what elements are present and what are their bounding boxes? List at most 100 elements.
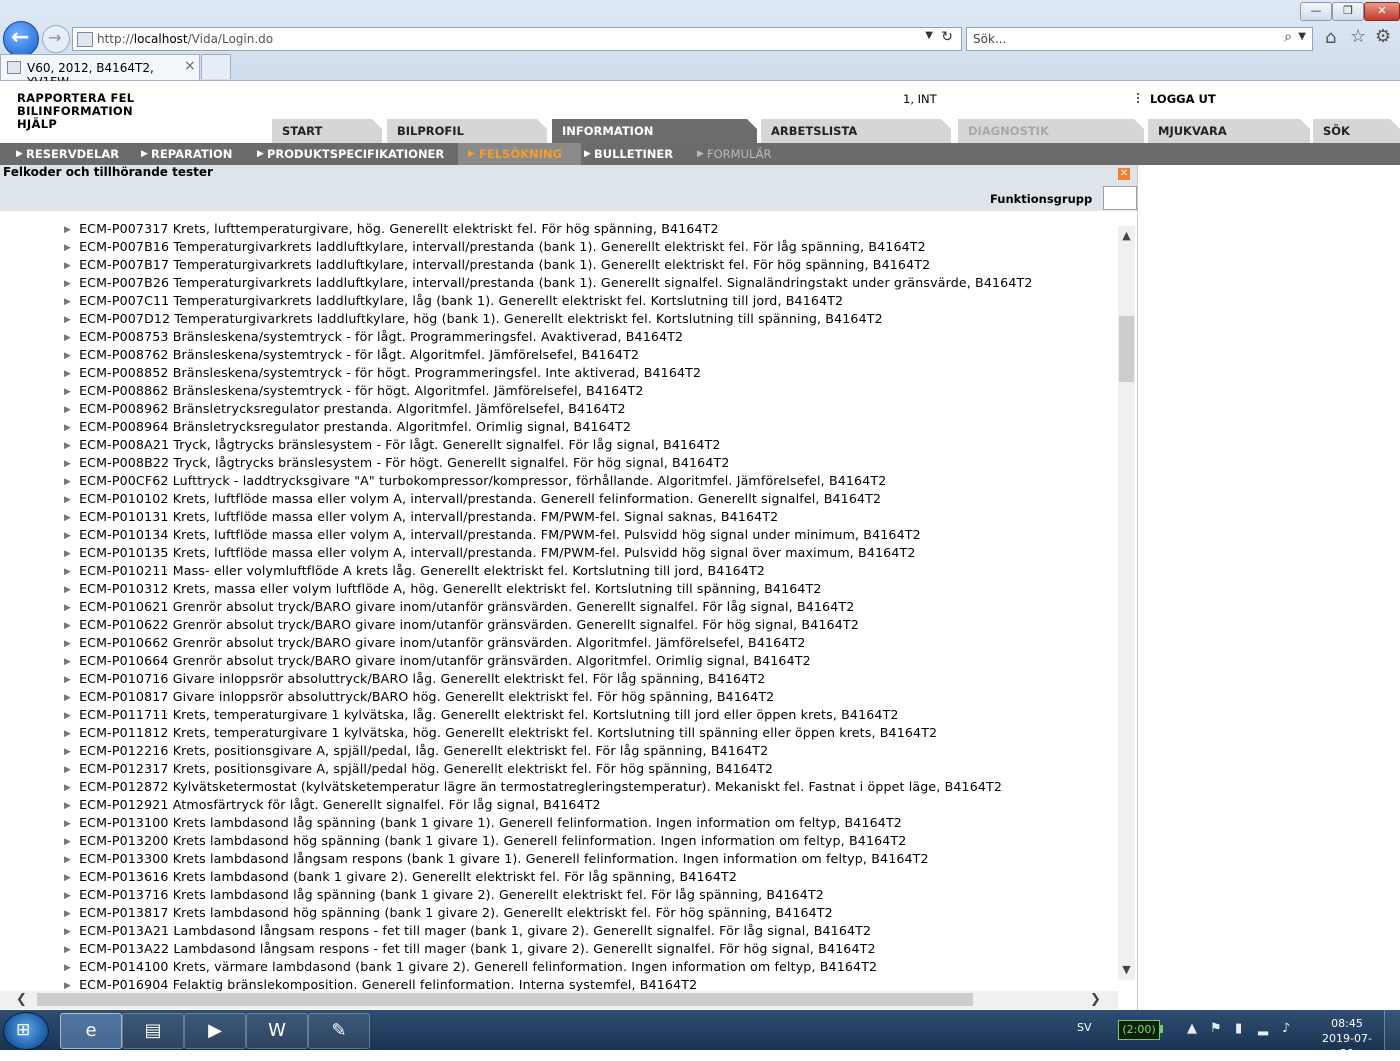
maximize-button[interactable]: ❐ xyxy=(1332,2,1364,21)
address-bar[interactable]: http://localhost/Vida/Login.do ▼ ↻ xyxy=(72,27,962,51)
list-item[interactable]: ▶ ECM-P014100 Krets, värmare lambdasond (… xyxy=(64,958,877,976)
list-item[interactable]: ▶ ECM-P012317 Krets, positionsgivare A, s… xyxy=(64,760,773,778)
list-item[interactable]: ▶ ECM-P010131 Krets, luftflöde massa elle… xyxy=(64,508,778,526)
close-icon[interactable]: ✕ xyxy=(1118,168,1130,180)
refresh-icon[interactable]: ↻ xyxy=(941,29,953,45)
list-item[interactable]: ▶ ECM-P008964 Bränsletrycksregulator pres… xyxy=(64,418,631,436)
subnav-reservdelar[interactable]: ▶ RESERVDELAR xyxy=(16,143,119,165)
subnav-reparation[interactable]: ▶ REPARATION xyxy=(141,143,232,165)
vertical-scrollbar[interactable]: ▲ ▼ xyxy=(1118,226,1135,980)
new-tab-button[interactable] xyxy=(201,54,231,79)
list-item[interactable]: ▶ ECM-P013300 Krets lambdasond långsam re… xyxy=(64,850,929,868)
taskbar-paint-button[interactable]: ✎ xyxy=(308,1013,370,1049)
list-item[interactable]: ▶ ECM-P007C11 Temperaturgivarkrets laddlu… xyxy=(64,292,843,310)
help-link[interactable]: HJÄLP xyxy=(17,117,57,131)
volume-icon[interactable]: ♪ xyxy=(1282,1021,1290,1036)
forward-button[interactable]: → xyxy=(42,25,70,53)
car-info-link[interactable]: BILINFORMATION xyxy=(17,104,133,118)
subnav-bulletiner[interactable]: ▶ BULLETINER xyxy=(584,143,673,165)
list-item[interactable]: ▶ ECM-P007B26 Temperaturgivarkrets laddlu… xyxy=(64,274,1033,292)
tab-information[interactable]: INFORMATION xyxy=(552,119,757,143)
list-item[interactable]: ▶ ECM-P013817 Krets lambdasond hög spänni… xyxy=(64,904,833,922)
tab-arbetslista[interactable]: ARBETSLISTA xyxy=(761,119,951,143)
report-error-link[interactable]: RAPPORTERA FEL xyxy=(17,91,134,105)
chevron-up-icon[interactable]: ▲ xyxy=(1187,1021,1197,1036)
list-item[interactable]: ▶ ECM-P010211 Mass- eller volymluftflöde … xyxy=(64,562,765,580)
list-item[interactable]: ▶ ECM-P008A21 Tryck, lågtrycks bränslesys… xyxy=(64,436,721,454)
list-item[interactable]: ▶ ECM-P010312 Krets, massa eller volym lu… xyxy=(64,580,822,598)
list-item[interactable]: ▶ ECM-P008962 Bränsletrycksregulator pres… xyxy=(64,400,626,418)
list-item[interactable]: ▶ ECM-P011711 Krets, temperaturgivare 1 k… xyxy=(64,706,899,724)
list-item[interactable]: ▶ ECM-P007317 Krets, lufttemperaturgivare… xyxy=(64,220,719,238)
scroll-right-icon[interactable]: ❯ xyxy=(1090,991,1101,1009)
list-item[interactable]: ▶ ECM-P008862 Bränsleskena/systemtryck - … xyxy=(64,382,644,400)
scroll-thumb[interactable] xyxy=(1119,316,1134,382)
tab-close-icon[interactable]: × xyxy=(184,58,196,74)
list-item[interactable]: ▶ ECM-P010621 Grenrör absolut tryck/BARO … xyxy=(64,598,854,616)
taskbar-file-explorer-button[interactable]: ▤ xyxy=(122,1013,184,1049)
list-item[interactable]: ▶ ECM-P013A21 Lambdasond långsam respons … xyxy=(64,922,871,940)
list-item[interactable]: ▶ ECM-P012872 Kylvätsketermostat (kylväts… xyxy=(64,778,1002,796)
function-group-input[interactable] xyxy=(1103,186,1137,210)
browser-tab[interactable]: V60, 2012, B4164T2, YV1FW... × xyxy=(0,54,200,89)
list-item[interactable]: ▶ ECM-P013A22 Lambdasond långsam respons … xyxy=(64,940,876,958)
list-item[interactable]: ▶ ECM-P013716 Krets lambdasond låg spänni… xyxy=(64,886,824,904)
home-icon[interactable]: ⌂ xyxy=(1325,27,1336,48)
list-item[interactable]: ▶ ECM-P012216 Krets, positionsgivare A, s… xyxy=(64,742,768,760)
horizontal-scrollbar[interactable]: ❮ ❯ xyxy=(0,991,1118,1009)
tab-mjukvara[interactable]: MJUKVARA xyxy=(1148,119,1310,143)
logout-link[interactable]: LOGGA UT xyxy=(1137,92,1216,106)
minimize-button[interactable]: — xyxy=(1300,2,1332,21)
search-input[interactable]: Sök... ⌕ ▼ xyxy=(966,27,1313,51)
scroll-up-icon[interactable]: ▲ xyxy=(1118,226,1135,246)
list-item[interactable]: ▶ ECM-P008B22 Tryck, lågtrycks bränslesys… xyxy=(64,454,730,472)
subnav-felsokning[interactable]: ▶ FELSÖKNING xyxy=(458,143,581,165)
language-indicator[interactable]: SV xyxy=(1077,1021,1092,1034)
flag-icon[interactable]: ⚑ xyxy=(1210,1021,1222,1036)
list-item[interactable]: ▶ ECM-P010716 Givare inloppsrör absoluttr… xyxy=(64,670,765,688)
back-button[interactable]: ← xyxy=(3,21,39,57)
taskbar-word-button[interactable]: W xyxy=(246,1013,308,1049)
list-item[interactable]: ▶ ECM-P013616 Krets lambdasond (bank 1 gi… xyxy=(64,868,737,886)
list-item[interactable]: ▶ ECM-P010662 Grenrör absolut tryck/BARO … xyxy=(64,634,806,652)
list-item[interactable]: ▶ ECM-P011812 Krets, temperaturgivare 1 k… xyxy=(64,724,937,742)
list-item[interactable]: ▶ ECM-P013200 Krets lambdasond hög spänni… xyxy=(64,832,906,850)
list-item[interactable]: ▶ ECM-P012921 Atmosfärtryck för lågt. Gen… xyxy=(64,796,601,814)
show-desktop-button[interactable] xyxy=(1384,1010,1400,1050)
list-item[interactable]: ▶ ECM-P007B17 Temperaturgivarkrets laddlu… xyxy=(64,256,930,274)
chevron-down-icon[interactable]: ▼ xyxy=(1298,31,1306,42)
list-item[interactable]: ▶ ECM-P008852 Bränsleskena/systemtryck - … xyxy=(64,364,701,382)
list-item[interactable]: ▶ ECM-P010622 Grenrör absolut tryck/BARO … xyxy=(64,616,859,634)
list-item[interactable]: ▶ ECM-P010102 Krets, luftflöde massa elle… xyxy=(64,490,881,508)
close-window-button[interactable]: ✕ xyxy=(1364,2,1400,21)
gear-icon[interactable]: ⚙ xyxy=(1375,26,1391,47)
clock[interactable]: 08:45 2019-07-20 xyxy=(1318,1016,1376,1061)
search-icon[interactable]: ⌕ xyxy=(1284,29,1292,45)
taskbar-media-player-button[interactable]: ▶ xyxy=(184,1013,246,1049)
list-item[interactable]: ▶ ECM-P013100 Krets lambdasond låg spänni… xyxy=(64,814,902,832)
list-item[interactable]: ▶ ECM-P010134 Krets, luftflöde massa elle… xyxy=(64,526,921,544)
scroll-left-icon[interactable]: ❮ xyxy=(16,991,27,1009)
list-item[interactable]: ▶ ECM-P008753 Bränsleskena/systemtryck - … xyxy=(64,328,683,346)
tab-bilprofil[interactable]: BILPROFIL xyxy=(387,119,547,143)
list-item[interactable]: ▶ ECM-P007D12 Temperaturgivarkrets laddlu… xyxy=(64,310,883,328)
list-item[interactable]: ▶ ECM-P016904 Felaktig bränslekomposition… xyxy=(64,976,697,991)
taskbar-internet-explorer-button[interactable]: e xyxy=(60,1013,122,1049)
list-item[interactable]: ▶ ECM-P010664 Grenrör absolut tryck/BARO … xyxy=(64,652,811,670)
list-item[interactable]: ▶ ECM-P010817 Givare inloppsrör absoluttr… xyxy=(64,688,774,706)
start-button[interactable]: ⊞ xyxy=(3,1012,49,1050)
star-icon[interactable]: ☆ xyxy=(1350,26,1366,47)
list-item[interactable]: ▶ ECM-P010135 Krets, luftflöde massa elle… xyxy=(64,544,916,562)
subnav-produktspecifikationer[interactable]: ▶ PRODUKTSPECIFIKATIONER xyxy=(257,143,444,165)
tab-start[interactable]: START xyxy=(272,119,382,143)
network-icon[interactable]: ▂ xyxy=(1258,1021,1268,1036)
battery-indicator[interactable]: (2:00) xyxy=(1118,1020,1160,1040)
url-text[interactable]: http://localhost/Vida/Login.do xyxy=(97,32,273,46)
chevron-down-icon[interactable]: ▼ xyxy=(925,30,933,41)
list-item[interactable]: ▶ ECM-P007B16 Temperaturgivarkrets laddlu… xyxy=(64,238,926,256)
battery-icon[interactable]: ▮ xyxy=(1235,1021,1242,1036)
scroll-down-icon[interactable]: ▼ xyxy=(1118,960,1135,980)
list-item[interactable]: ▶ ECM-P00CF62 Lufttryck - laddtrycksgivar… xyxy=(64,472,886,490)
list-item[interactable]: ▶ ECM-P008762 Bränsleskena/systemtryck - … xyxy=(64,346,639,364)
tab-sok[interactable]: SÖK xyxy=(1313,119,1400,143)
